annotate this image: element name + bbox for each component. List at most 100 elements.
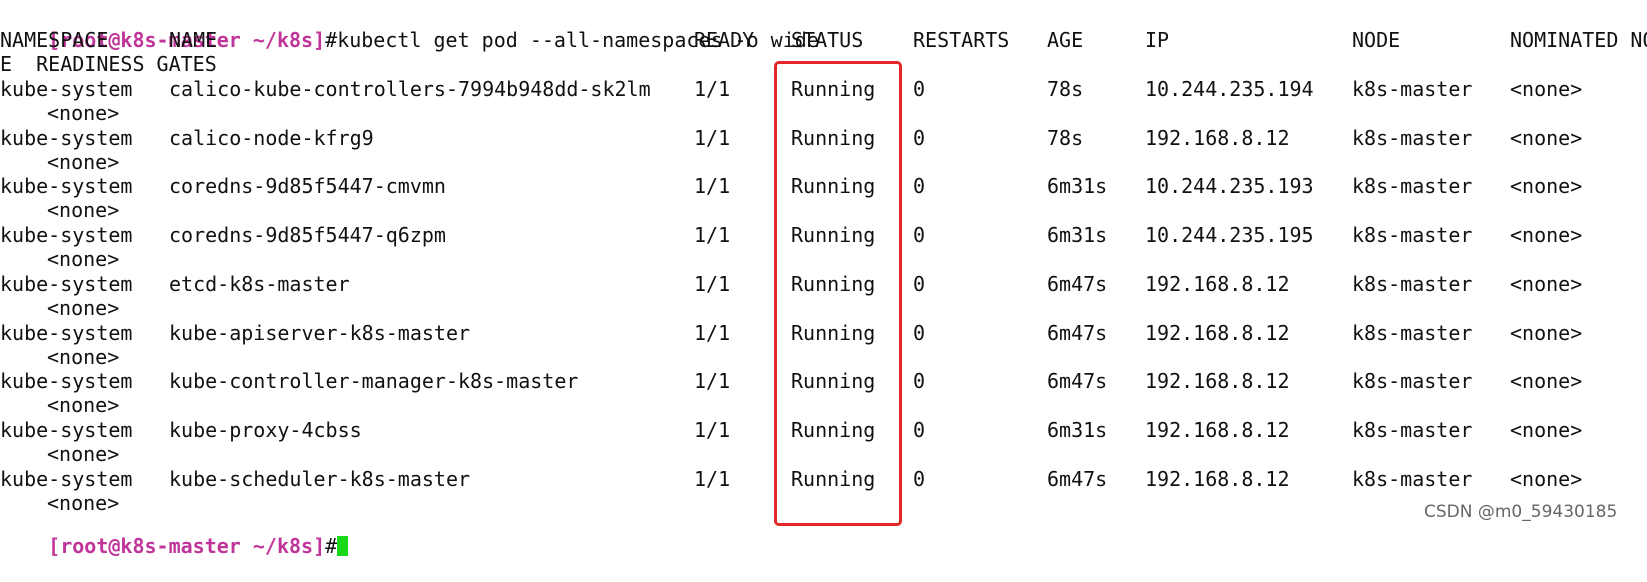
cell-ready: 1/1 [694,223,731,248]
prompt-hash: # [325,534,338,558]
cell-ip: 192.168.8.12 [1145,271,1290,296]
header-name: NAME [169,28,218,52]
cell-restarts: 0 [913,417,926,442]
cell-readiness-gates: <none> [47,344,120,369]
cell-age: 6m31s [1047,223,1108,248]
cell-restarts: 0 [913,320,926,345]
cell-nominated: <none> [1510,125,1583,150]
status-highlight-box [774,61,902,526]
cell-namespace: kube-system [0,77,133,101]
watermark: CSDN @m0_59430185 [1424,502,1618,522]
cell-age: 6m31s [1047,417,1108,442]
cell-nominated: <none> [1510,466,1583,491]
cell-age: 6m47s [1047,466,1108,491]
cell-node: k8s-master [1352,77,1473,101]
cell-node: k8s-master [1352,466,1473,491]
cell-ready: 1/1 [694,369,731,394]
table-header: NAMESPACE NAME READY STATUS RESTARTS AGE IP NOD… [0,28,1647,52]
cell-age: 6m47s [1047,320,1108,345]
header-ready: READY [694,28,755,52]
cell-namespace: kube-system [0,223,133,248]
cell-age: 78s [1047,125,1084,150]
cell-ip: 192.168.8.12 [1145,417,1290,442]
prompt-line-final[interactable]: [root@k8s-master ~/k8s]# [0,510,349,558]
prompt-close-bracket: ] [313,534,326,558]
terminal-cursor [337,536,349,556]
cell-node: k8s-master [1352,417,1473,442]
cell-namespace: kube-system [0,417,133,442]
cell-restarts: 0 [913,223,926,248]
cell-restarts: 0 [913,271,926,296]
cell-nominated: <none> [1510,77,1583,101]
cell-ip: 10.244.235.195 [1145,223,1314,248]
cell-name: etcd-k8s-master [169,271,350,296]
cell-age: 6m47s [1047,271,1108,296]
cell-name: kube-proxy-4cbss [169,417,362,442]
cell-age: 6m47s [1047,369,1108,394]
cell-ready: 1/1 [694,125,731,150]
cell-ip: 192.168.8.12 [1145,125,1290,150]
cell-node: k8s-master [1352,320,1473,345]
cell-ip: 192.168.8.12 [1145,320,1290,345]
header-status: STATUS [791,28,864,52]
cell-ready: 1/1 [694,466,731,491]
cell-restarts: 0 [913,466,926,491]
cell-name: kube-controller-manager-k8s-master [169,369,579,394]
prompt-user-host: root@k8s-master [60,534,241,558]
cell-restarts: 0 [913,369,926,394]
cell-ready: 1/1 [694,174,731,199]
cell-ready: 1/1 [694,417,731,442]
cell-name: calico-node-kfrg9 [169,125,374,150]
cell-ip: 192.168.8.12 [1145,466,1290,491]
cell-node: k8s-master [1352,223,1473,248]
cell-age: 6m31s [1047,174,1108,199]
cell-readiness-gates: <none> [47,295,120,320]
cell-readiness-gates: <none> [47,247,120,272]
cell-readiness-gates: <none> [47,393,120,418]
cell-age: 78s [1047,77,1084,101]
header-node: NODE [1352,28,1401,52]
cell-nominated: <none> [1510,223,1583,248]
cell-name: coredns-9d85f5447-q6zpm [169,223,446,248]
cell-ip: 10.244.235.193 [1145,174,1314,199]
cell-readiness-gates: <none> [47,198,120,223]
cell-restarts: 0 [913,125,926,150]
cell-node: k8s-master [1352,271,1473,296]
cell-readiness-gates: <none> [47,101,120,125]
cell-ready: 1/1 [694,271,731,296]
cell-ready: 1/1 [694,77,731,101]
cell-nominated: <none> [1510,271,1583,296]
header-nominated: NOMINATED NO [1510,28,1647,52]
cell-nominated: <none> [1510,417,1583,442]
cell-ip: 192.168.8.12 [1145,369,1290,394]
cell-name: kube-apiserver-k8s-master [169,320,471,345]
terminal-window[interactable]: [root@k8s-master ~/k8s]#kubectl get pod … [0,0,1647,558]
cell-readiness-gates: <none> [47,149,120,174]
cell-readiness-gates: <none> [47,441,120,466]
header-restarts: RESTARTS [913,28,1010,52]
cell-namespace: kube-system [0,369,133,394]
cell-namespace: kube-system [0,125,133,150]
cell-restarts: 0 [913,174,926,199]
prompt-path: ~/k8s [240,534,314,558]
cell-name: calico-kube-controllers-7994b948dd-sk2lm [169,77,651,101]
cell-namespace: kube-system [0,320,133,345]
header-ip: IP [1145,28,1170,52]
cell-ready: 1/1 [694,320,731,345]
cell-nominated: <none> [1510,174,1583,199]
cell-node: k8s-master [1352,369,1473,394]
cell-ip: 10.244.235.194 [1145,77,1314,101]
table-header-wrap: E READINESS GATES [0,52,217,76]
prompt-line: [root@k8s-master ~/k8s]#kubectl get pod … [0,4,819,52]
cell-namespace: kube-system [0,174,133,199]
header-age: AGE [1047,28,1084,52]
cell-node: k8s-master [1352,125,1473,150]
cell-name: kube-scheduler-k8s-master [169,466,471,491]
header-namespace: NAMESPACE [0,28,109,52]
cell-node: k8s-master [1352,174,1473,199]
cell-nominated: <none> [1510,320,1583,345]
cell-restarts: 0 [913,77,926,101]
cell-namespace: kube-system [0,271,133,296]
prompt-open-bracket: [ [48,534,61,558]
cell-namespace: kube-system [0,466,133,491]
